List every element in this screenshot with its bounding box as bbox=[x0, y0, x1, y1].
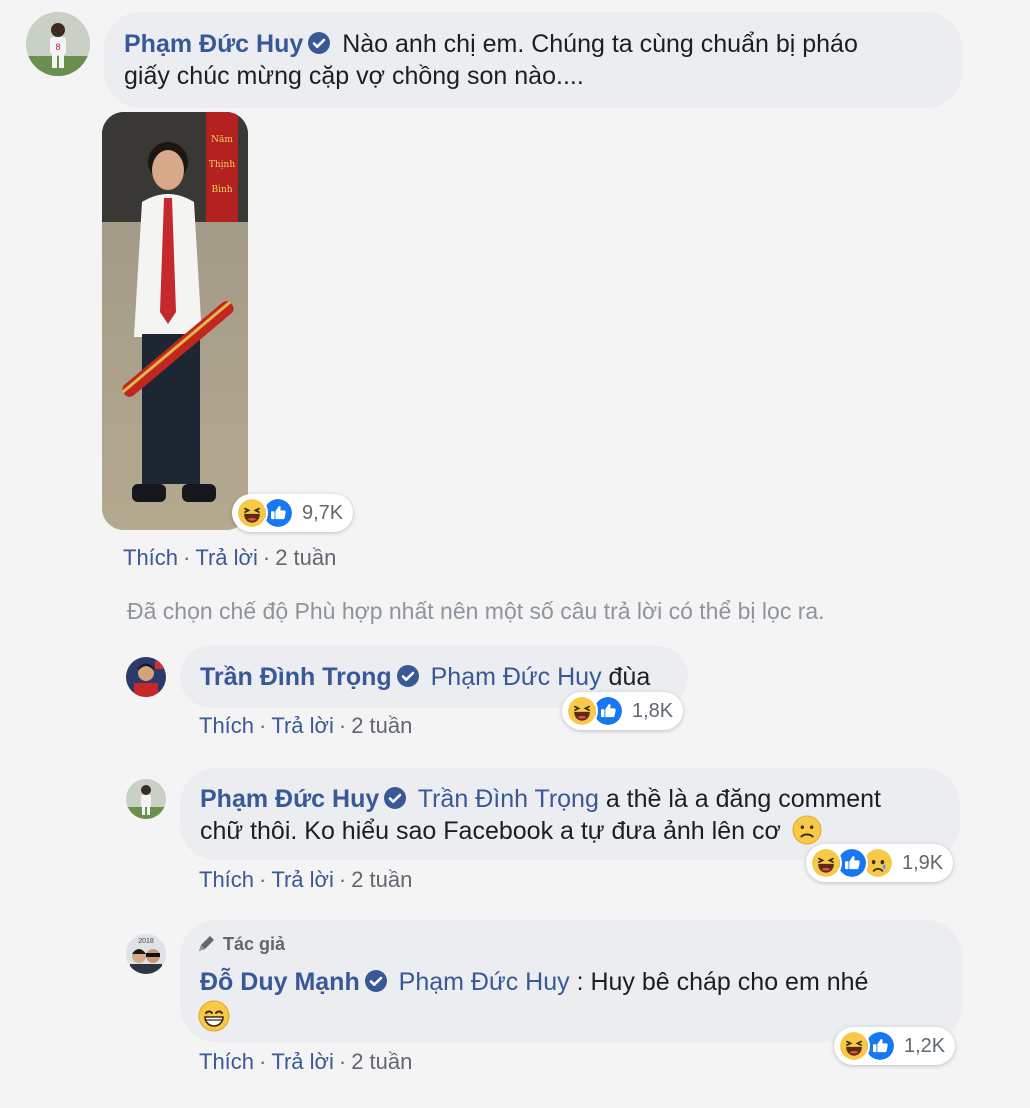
reply-author[interactable]: Phạm Đức Huy bbox=[200, 785, 379, 813]
mention-link[interactable]: Trần Đình Trọng bbox=[418, 785, 599, 813]
comment-reactions[interactable]: 9,7K bbox=[232, 494, 354, 532]
haha-reaction-icon bbox=[838, 1030, 870, 1062]
svg-text:Thịnh: Thịnh bbox=[209, 160, 235, 170]
reply-text: : Huy bê cháp cho em nhé bbox=[576, 968, 869, 996]
like-link[interactable]: Thích bbox=[123, 545, 178, 570]
reaction-count: 1,2K bbox=[904, 1034, 946, 1057]
haha-reaction-icon bbox=[810, 847, 842, 879]
haha-reaction-icon bbox=[236, 497, 268, 529]
timestamp[interactable]: 2 tuần bbox=[351, 713, 412, 738]
reply-link[interactable]: Trả lời bbox=[195, 545, 258, 570]
verified-badge-icon bbox=[396, 664, 420, 688]
svg-text:Bình: Bình bbox=[211, 184, 232, 195]
comment-text-line2: giấy chúc mừng cặp vợ chồng son nào.... bbox=[124, 62, 584, 90]
svg-text:2018: 2018 bbox=[138, 938, 154, 945]
avatar-do-duy-manh[interactable]: 2018 bbox=[126, 934, 166, 974]
grin-emoji-icon bbox=[198, 1000, 230, 1032]
reply-link[interactable]: Trả lời bbox=[271, 867, 334, 892]
reply-reactions[interactable]: 1,9K bbox=[806, 844, 954, 882]
reply-author[interactable]: Trần Đình Trọng bbox=[200, 663, 392, 691]
svg-text:8: 8 bbox=[55, 42, 60, 52]
avatar-pham-duc-huy[interactable]: 8 bbox=[26, 12, 90, 76]
filter-notice: Đã chọn chế độ Phù hợp nhất nên một số c… bbox=[127, 598, 825, 624]
reaction-count: 9,7K bbox=[302, 501, 344, 524]
timestamp[interactable]: 2 tuần bbox=[351, 867, 412, 892]
svg-text:Năm: Năm bbox=[211, 134, 233, 145]
verified-badge-icon bbox=[364, 969, 388, 993]
reply-text: đùa bbox=[608, 663, 651, 691]
pen-icon bbox=[199, 936, 214, 951]
sad-emoji-icon bbox=[792, 815, 822, 845]
comment-bubble: Phạm Đức Huy Nào anh chị em. Chúng ta cù… bbox=[104, 12, 962, 108]
reply-actions: Thích · Trả lời · 2 tuần bbox=[199, 1049, 413, 1074]
like-link[interactable]: Thích bbox=[199, 713, 254, 738]
reply-link[interactable]: Trả lời bbox=[271, 1049, 334, 1074]
reply-author[interactable]: Đỗ Duy Mạnh bbox=[200, 968, 360, 996]
reaction-count: 1,9K bbox=[902, 851, 944, 874]
reply-actions: Thích · Trả lời · 2 tuần bbox=[199, 713, 413, 738]
comment-text-line1: Nào anh chị em. Chúng ta cùng chuẩn bị p… bbox=[342, 30, 858, 58]
comment-photo[interactable]: Năm Thịnh Bình bbox=[102, 112, 248, 530]
timestamp[interactable]: 2 tuần bbox=[351, 1049, 412, 1074]
reply-actions: Thích · Trả lời · 2 tuần bbox=[199, 867, 413, 892]
reply-bubble: Tác giả Đỗ Duy Mạnh Phạm Đức Huy : Huy b… bbox=[180, 920, 962, 1042]
author-badge: Tác giả bbox=[196, 932, 942, 958]
author-badge-label: Tác giả bbox=[223, 934, 286, 954]
reply-reactions[interactable]: 1,2K bbox=[834, 1027, 956, 1065]
mention-link[interactable]: Phạm Đức Huy bbox=[399, 968, 570, 996]
reply-text-line1: a thề là a đăng comment bbox=[605, 785, 881, 813]
reply-reactions[interactable]: 1,8K bbox=[562, 692, 684, 730]
comment-actions: Thích · Trả lời · 2 tuần bbox=[123, 545, 337, 570]
reply-text-line2: chữ thôi. Ko hiểu sao Facebook a tự đưa … bbox=[200, 817, 781, 845]
comment-author[interactable]: Phạm Đức Huy bbox=[124, 30, 303, 58]
timestamp[interactable]: 2 tuần bbox=[275, 545, 336, 570]
like-link[interactable]: Thích bbox=[199, 1049, 254, 1074]
avatar-pham-duc-huy[interactable] bbox=[126, 779, 166, 819]
like-link[interactable]: Thích bbox=[199, 867, 254, 892]
haha-reaction-icon bbox=[566, 695, 598, 727]
reaction-count: 1,8K bbox=[632, 699, 674, 722]
reply-link[interactable]: Trả lời bbox=[271, 713, 334, 738]
verified-badge-icon bbox=[307, 31, 331, 55]
avatar-tran-dinh-trong[interactable] bbox=[126, 657, 166, 697]
mention-link[interactable]: Phạm Đức Huy bbox=[431, 663, 602, 691]
verified-badge-icon bbox=[383, 786, 407, 810]
